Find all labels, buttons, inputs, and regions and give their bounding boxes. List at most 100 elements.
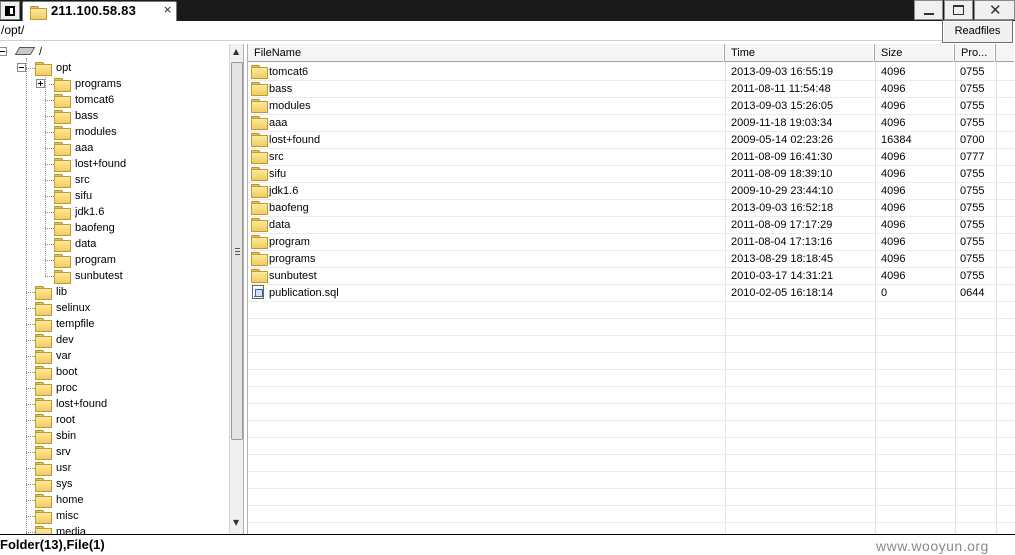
tree-item-opt-child[interactable]: data — [0, 236, 228, 252]
scroll-down-icon[interactable]: ▼ — [233, 518, 239, 527]
tree-item-root-child[interactable]: home — [0, 492, 228, 508]
column-header[interactable]: Size — [875, 44, 955, 62]
tree-item-root-child[interactable]: selinux — [0, 300, 228, 316]
tree-item-root-child[interactable]: boot — [0, 364, 228, 380]
tree-item-opt-child[interactable]: aaa — [0, 140, 228, 156]
tree-item-opt-child[interactable]: tomcat6 — [0, 92, 228, 108]
scroll-thumb[interactable] — [231, 62, 243, 440]
cell-size: 16384 — [881, 134, 912, 146]
tree-item-root-child[interactable]: root — [0, 412, 228, 428]
tree-item-label: aaa — [75, 142, 94, 154]
table-row[interactable]: programs 2013-08-29 18:18:45 4096 0755 — [248, 250, 1015, 267]
tree-item-root-child[interactable]: media — [0, 524, 228, 534]
table-row[interactable]: tomcat6 2013-09-03 16:55:19 4096 0755 — [248, 63, 1015, 80]
folder-icon — [54, 222, 71, 236]
column-header[interactable]: FileName — [248, 44, 725, 62]
tree-item-root-child[interactable]: sbin — [0, 428, 228, 444]
cell-time: 2011-08-09 16:41:30 — [731, 151, 833, 163]
tree-item-label: proc — [56, 382, 78, 394]
watermark: www.wooyun.org — [876, 538, 989, 554]
tree-item-label: lib — [56, 286, 68, 298]
app-icon[interactable] — [0, 1, 20, 20]
column-header[interactable]: Time — [725, 44, 875, 62]
tree-item-opt-child[interactable]: sifu — [0, 188, 228, 204]
readfiles-button[interactable]: Readfiles — [942, 20, 1013, 43]
table-row[interactable]: src 2011-08-09 16:41:30 4096 0777 — [248, 148, 1015, 165]
tab-close-icon[interactable]: × — [163, 3, 172, 16]
tree-item-label: bass — [75, 110, 99, 122]
table-row[interactable]: program 2011-08-04 17:13:16 4096 0755 — [248, 233, 1015, 250]
tree-item-opt-child[interactable]: jdk1.6 — [0, 204, 228, 220]
tree-item-root-child[interactable]: lib — [0, 284, 228, 300]
tree-item-root-child[interactable]: tempfile — [0, 316, 228, 332]
folder-icon — [54, 238, 71, 252]
tree-item-opt-child[interactable]: program — [0, 252, 228, 268]
tree-item-opt-child[interactable]: programs — [0, 76, 228, 92]
cell-perm: 0755 — [960, 202, 985, 214]
tree-item-opt-child[interactable]: bass — [0, 108, 228, 124]
table-row[interactable]: sunbutest 2010-03-17 14:31:21 4096 0755 — [248, 267, 1015, 284]
tree-scrollbar[interactable]: ▲ ▼ — [229, 44, 243, 534]
tree-item-root-child[interactable]: proc — [0, 380, 228, 396]
folder-icon — [251, 184, 268, 198]
collapse-icon[interactable] — [0, 47, 7, 56]
cell-name: lost+found — [269, 134, 321, 146]
collapse-icon[interactable] — [17, 63, 26, 72]
cell-time: 2010-03-17 14:31:21 — [731, 270, 834, 282]
table-row[interactable]: aaa 2009-11-18 19:03:34 4096 0755 — [248, 114, 1015, 131]
tree-item-label: lost+found — [75, 158, 127, 170]
column-header[interactable]: Pro... — [955, 44, 996, 62]
tree-item-root-child[interactable]: usr — [0, 460, 228, 476]
tree-item-root-child[interactable]: srv — [0, 444, 228, 460]
tree-item-opt-child[interactable]: src — [0, 172, 228, 188]
close-button[interactable]: ✕ — [974, 0, 1015, 20]
tree-item-opt-child[interactable]: sunbutest — [0, 268, 228, 284]
tree-item-label: selinux — [56, 302, 91, 314]
table-row[interactable]: bass 2011-08-11 11:54:48 4096 0755 — [248, 80, 1015, 97]
table-row[interactable]: modules 2013-09-03 15:26:05 4096 0755 — [248, 97, 1015, 114]
tree-item-root[interactable]: / — [0, 44, 228, 60]
expand-icon[interactable] — [36, 79, 45, 88]
tree-item-root-child[interactable]: sys — [0, 476, 228, 492]
tree-item-root-child[interactable]: lost+found — [0, 396, 228, 412]
tree-item-opt-child[interactable]: modules — [0, 124, 228, 140]
tree-item-label: program — [75, 254, 116, 266]
tree-item-label: boot — [56, 366, 78, 378]
tree-item-label: misc — [56, 510, 79, 522]
cell-time: 2011-08-11 11:54:48 — [731, 83, 831, 95]
tree-item-label: root — [56, 414, 75, 426]
table-row[interactable]: jdk1.6 2009-10-29 23:44:10 4096 0755 — [248, 182, 1015, 199]
directory-tree[interactable]: / opt programs tomcat6 bass modules aaa lost+fo… — [0, 44, 244, 534]
tab-session[interactable]: 211.100.58.83 × — [22, 1, 177, 21]
folder-icon — [35, 478, 52, 492]
tree-item-root-child[interactable]: dev — [0, 332, 228, 348]
path-value: /opt/ — [1, 23, 25, 37]
folder-icon — [251, 65, 268, 79]
sql-file-icon — [252, 285, 264, 299]
path-input[interactable]: /opt/ — [0, 21, 942, 41]
tree-item-root-child[interactable]: misc — [0, 508, 228, 524]
table-row[interactable]: lost+found 2009-05-14 02:23:26 16384 0700 — [248, 131, 1015, 148]
cell-time: 2009-10-29 23:44:10 — [731, 185, 834, 197]
maximize-button[interactable] — [944, 0, 973, 20]
table-row[interactable]: publication.sql 2010-02-05 16:18:14 0 0644 — [248, 284, 1015, 301]
cell-name: jdk1.6 — [269, 185, 299, 197]
tree-item-opt[interactable]: opt — [0, 60, 228, 76]
status-summary: Folder(13),File(1) — [0, 537, 105, 552]
cell-perm: 0755 — [960, 83, 985, 95]
cell-size: 4096 — [881, 100, 906, 112]
cell-perm: 0700 — [960, 134, 985, 146]
minimize-button[interactable] — [914, 0, 943, 20]
table-row[interactable]: sifu 2011-08-09 18:39:10 4096 0755 — [248, 165, 1015, 182]
tree-item-root-child[interactable]: var — [0, 348, 228, 364]
file-list[interactable]: FileName Time Size Pro... tomcat6 2013-09-03… — [247, 44, 1015, 534]
tree-item-opt-child[interactable]: lost+found — [0, 156, 228, 172]
table-row[interactable]: data 2011-08-09 17:17:29 4096 0755 — [248, 216, 1015, 233]
tree-item-opt-child[interactable]: baofeng — [0, 220, 228, 236]
cell-time: 2010-02-05 16:18:14 — [731, 287, 834, 299]
table-row[interactable]: baofeng 2013-09-03 16:52:18 4096 0755 — [248, 199, 1015, 216]
tree-item-label: sbin — [56, 430, 77, 442]
scroll-up-icon[interactable]: ▲ — [233, 47, 239, 56]
folder-icon — [251, 252, 268, 266]
cell-time: 2013-09-03 16:55:19 — [731, 66, 834, 78]
